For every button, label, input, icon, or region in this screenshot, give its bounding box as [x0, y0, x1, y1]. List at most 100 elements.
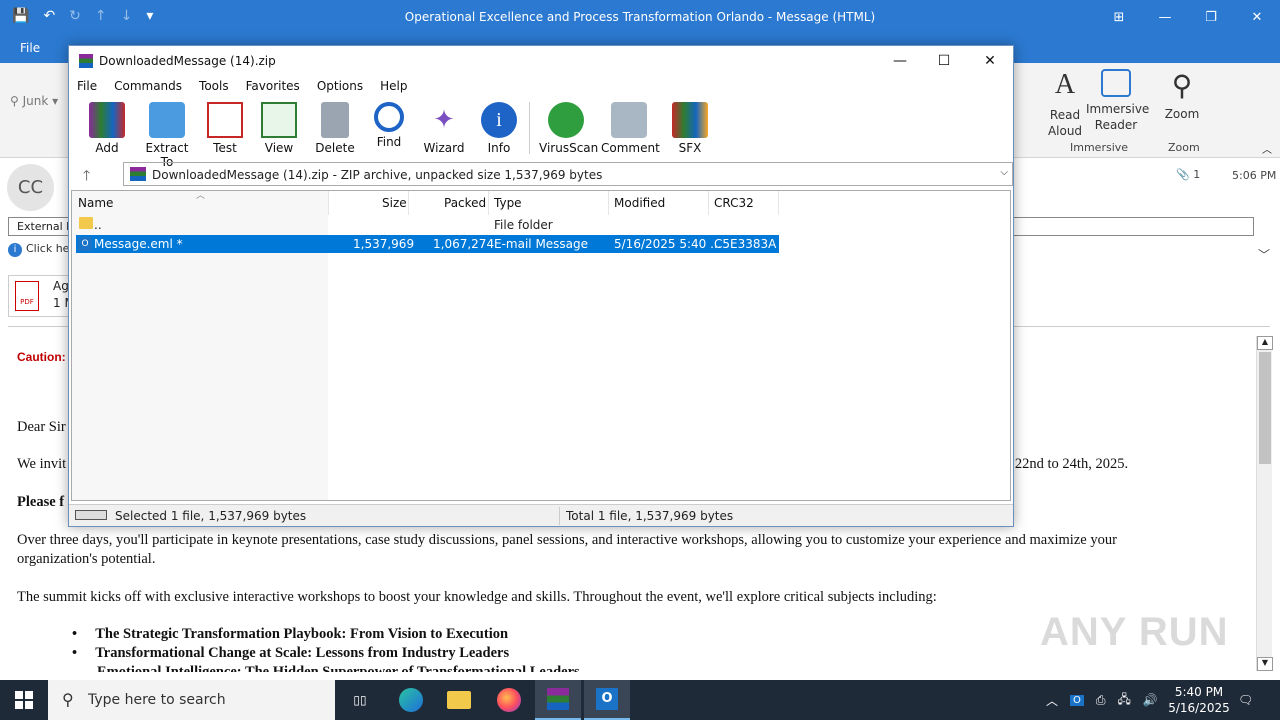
winrar-icon [79, 54, 93, 68]
divider [559, 507, 560, 525]
firefox-icon[interactable] [486, 680, 532, 720]
menu-favorites[interactable]: Favorites [246, 76, 300, 96]
read-aloud-icon: A [1054, 69, 1076, 100]
read-aloud-button[interactable]: A Read Aloud [1040, 69, 1090, 139]
chevron-up-icon[interactable]: ︿ [1046, 692, 1058, 709]
info-bar[interactable]: i Click her [8, 242, 74, 257]
outlook-titlebar: 💾 ↶ ↻ ↑ ↓ ▾ Operational Excellence and P… [0, 0, 1280, 35]
paragraph-2: The summit kicks off with exclusive inte… [17, 589, 937, 605]
winrar-maximize-button[interactable]: ☐ [921, 46, 967, 76]
list-item: • The Strategic Transformation Playbook:… [72, 626, 509, 642]
outlook-tray-icon[interactable]: O [1070, 694, 1084, 706]
winrar-taskbar-icon[interactable] [535, 680, 581, 720]
scroll-up-arrow[interactable]: ▲ [1257, 336, 1273, 350]
clipboard-icon [207, 102, 243, 138]
windows-icon [15, 691, 33, 709]
device-icon[interactable]: ⎙ [1096, 693, 1106, 708]
zoom-button[interactable]: ⚲ Zoom [1160, 69, 1204, 121]
col-separator[interactable] [608, 191, 609, 215]
drive-icon [75, 510, 107, 520]
menu-options[interactable]: Options [317, 76, 363, 96]
delete-button[interactable]: Delete [315, 102, 355, 155]
tab-file[interactable]: File [20, 41, 40, 55]
wizard-button[interactable]: ✦ Wizard [423, 102, 465, 155]
clock[interactable]: 5:40 PM 5/16/2025 [1164, 684, 1234, 716]
archive-box-icon [672, 102, 708, 138]
test-button[interactable]: Test [207, 102, 243, 155]
scroll-down-arrow[interactable]: ▼ [1257, 657, 1273, 671]
folder-icon [79, 217, 93, 229]
find-button[interactable]: Find [371, 102, 407, 149]
comment-icon [611, 102, 647, 138]
bug-icon [548, 102, 584, 138]
status-selected: Selected 1 file, 1,537,969 bytes [115, 509, 307, 523]
add-button[interactable]: Add [89, 102, 125, 155]
notification-icon[interactable]: 🗨 [1238, 680, 1253, 720]
col-header-modified[interactable]: Modified [614, 196, 665, 210]
sort-asc-icon: ︿ [196, 191, 206, 201]
ribbon-display-icon[interactable]: ⊞ [1096, 0, 1142, 35]
edge-icon[interactable] [388, 680, 434, 720]
path-dropdown[interactable]: DownloadedMessage (14).zip - ZIP archive… [123, 162, 1013, 186]
menu-help[interactable]: Help [380, 76, 407, 96]
email-file-icon: O [78, 237, 92, 251]
watermark: ANY RUN [1040, 610, 1229, 654]
caution-label: Caution: [17, 350, 66, 364]
col-header-packed[interactable]: Packed [444, 196, 486, 210]
invite-start: We invit [17, 456, 67, 472]
pdf-icon: PDF [15, 281, 39, 311]
volume-icon[interactable]: 🔊 [1143, 693, 1158, 707]
col-header-type[interactable]: Type [494, 196, 522, 210]
info-button[interactable]: i Info [481, 102, 517, 155]
info-icon: i [8, 243, 22, 257]
immersive-reader-button[interactable]: Immersive Reader [1086, 69, 1149, 133]
comment-button[interactable]: Comment [601, 102, 660, 155]
col-header-name[interactable]: Name [78, 196, 113, 210]
extract-to-button[interactable]: Extract To [139, 102, 195, 169]
collapse-ribbon-icon[interactable]: ︿ [1262, 141, 1272, 156]
folder-icon [149, 102, 185, 138]
taskbar-search[interactable]: ⚲ Type here to search [48, 680, 335, 720]
col-separator[interactable] [708, 191, 709, 215]
table-row[interactable]: O Message.eml * 1,537,969 1,067,274 E-ma… [76, 235, 779, 253]
winrar-toolbar: Add Extract To Test View Delete Find ✦ Wi… [69, 98, 1013, 169]
table-row[interactable]: .. File folder [76, 216, 779, 234]
archive-icon [130, 167, 146, 181]
virusscan-button[interactable]: VirusScan [539, 102, 598, 155]
scroll-thumb[interactable] [1259, 352, 1271, 464]
menu-commands[interactable]: Commands [114, 76, 182, 96]
file-explorer-icon[interactable] [436, 680, 482, 720]
col-header-size[interactable]: Size [382, 196, 407, 210]
chevron-down-icon[interactable]: ﹀ [1258, 246, 1270, 263]
winrar-minimize-button[interactable]: — [877, 46, 923, 76]
col-separator[interactable] [488, 191, 489, 215]
message-time: 5:06 PM [1232, 169, 1277, 182]
up-arrow-icon[interactable]: 🡑 [83, 165, 90, 189]
col-separator[interactable] [778, 191, 779, 215]
outlook-taskbar-icon[interactable]: O [584, 680, 630, 720]
close-button[interactable]: ✕ [1234, 0, 1280, 35]
list-item: Emotional Intelligence: The Hidden Super… [97, 664, 580, 672]
col-separator[interactable] [408, 191, 409, 215]
path-text: DownloadedMessage (14).zip - ZIP archive… [152, 168, 603, 182]
col-separator[interactable] [328, 191, 329, 215]
task-view-icon[interactable]: ▯▯ [337, 680, 383, 720]
minimize-button[interactable]: — [1142, 0, 1188, 35]
start-button[interactable] [0, 680, 48, 720]
message-scrollbar[interactable]: ▲ ▼ [1256, 336, 1273, 671]
menu-tools[interactable]: Tools [199, 76, 229, 96]
restore-button[interactable]: ❐ [1188, 0, 1234, 35]
junk-button[interactable]: ⚲ Junk ▾ [10, 94, 58, 108]
chevron-down-icon[interactable]: ⌵ [1000, 167, 1008, 178]
sfx-button[interactable]: SFX [669, 102, 711, 155]
winrar-close-button[interactable]: ✕ [967, 46, 1013, 76]
status-bar: Selected 1 file, 1,537,969 bytes Total 1… [69, 504, 1013, 526]
menu-file[interactable]: File [77, 76, 97, 96]
avatar: CC [7, 164, 54, 211]
winrar-title: DownloadedMessage (14).zip [99, 54, 276, 68]
winrar-menubar: File Commands Tools Favorites Options He… [69, 76, 1013, 96]
view-button[interactable]: View [259, 102, 299, 155]
col-header-crc32[interactable]: CRC32 [714, 196, 754, 210]
network-icon[interactable]: 🖧 [1118, 690, 1131, 711]
immersive-reader-icon [1101, 69, 1131, 97]
